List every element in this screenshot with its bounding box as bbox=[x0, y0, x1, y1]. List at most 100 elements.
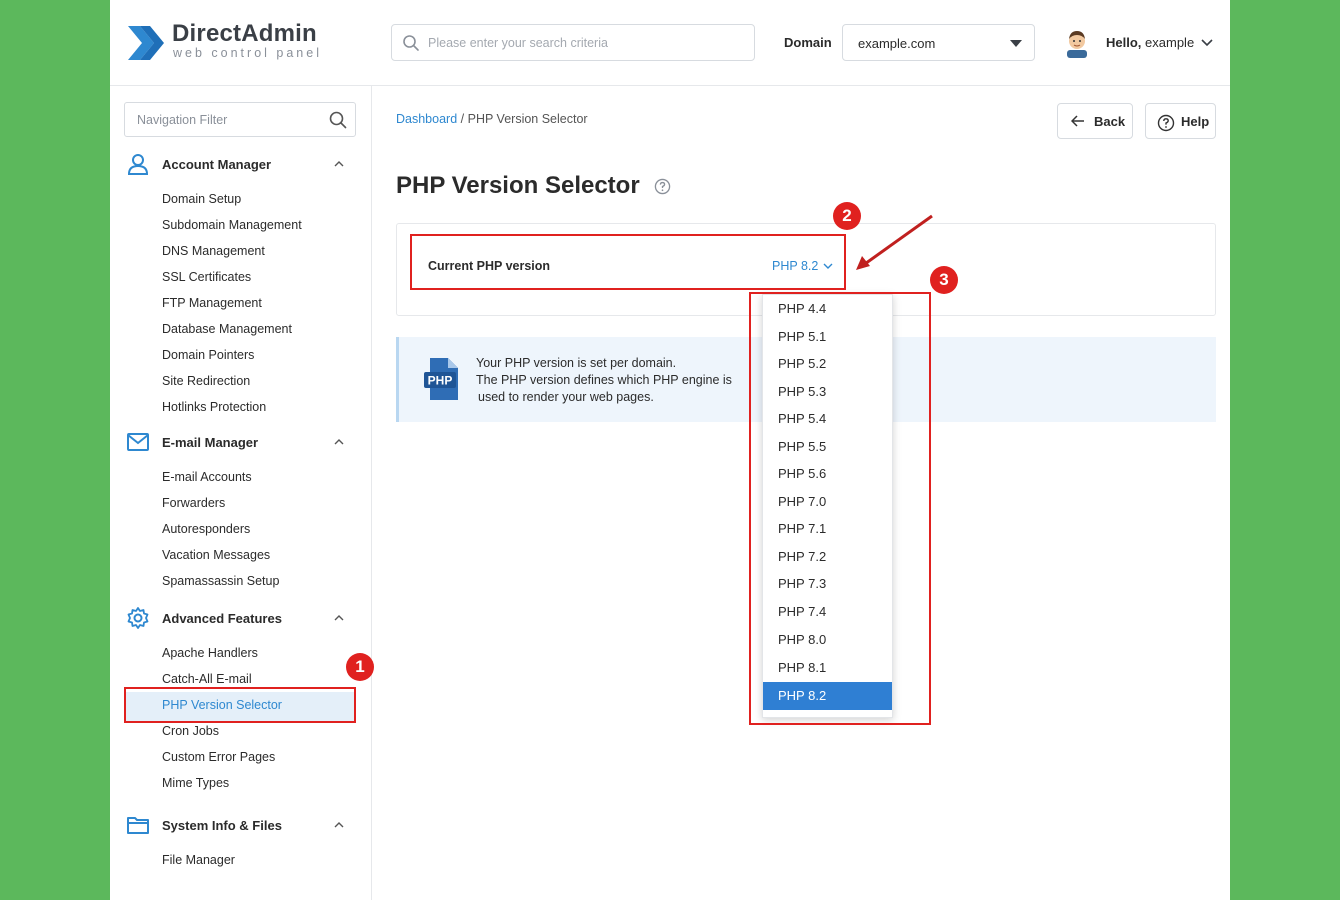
sidebar-item-domain-setup[interactable]: Domain Setup bbox=[162, 192, 241, 206]
username: example bbox=[1145, 35, 1195, 50]
dropdown-option[interactable]: PHP 7.4 bbox=[763, 598, 892, 626]
global-search[interactable] bbox=[391, 24, 755, 61]
option-label: PHP 7.4 bbox=[778, 604, 827, 619]
option-label: PHP 7.2 bbox=[778, 548, 827, 564]
question-circle-icon bbox=[1157, 114, 1175, 132]
dropdown-option[interactable]: PHP 5.4 bbox=[763, 405, 892, 433]
dropdown-option[interactable]: PHP 5.6 bbox=[763, 460, 892, 488]
navigation-filter[interactable] bbox=[124, 102, 356, 137]
top-header: DirectAdmin web control panel Domain exa… bbox=[110, 0, 1230, 86]
sidebar-item-database-management[interactable]: Database Management bbox=[162, 322, 292, 336]
navigation-filter-input[interactable] bbox=[137, 110, 327, 130]
sidebar-item-file-manager[interactable]: File Manager bbox=[162, 853, 235, 867]
option-label: PHP 5.3 bbox=[778, 383, 827, 399]
sidebar-item-forwarders[interactable]: Forwarders bbox=[162, 496, 225, 510]
app-frame: DirectAdmin web control panel Domain exa… bbox=[110, 0, 1230, 900]
section-title: System Info & Files bbox=[162, 818, 282, 833]
breadcrumb-current: PHP Version Selector bbox=[467, 112, 588, 126]
current-php-version-select[interactable]: PHP 8.2 bbox=[772, 259, 818, 273]
info-line: used to render your web pages. bbox=[478, 390, 654, 404]
sidebar-item-email-accounts[interactable]: E-mail Accounts bbox=[162, 470, 252, 484]
sidebar-item-mime-types[interactable]: Mime Types bbox=[162, 776, 229, 790]
section-advanced-features: Advanced Features Apache Handlers Catch-… bbox=[110, 606, 372, 796]
sidebar-item-site-redirection[interactable]: Site Redirection bbox=[162, 374, 250, 388]
dropdown-option[interactable]: PHP 5.1 bbox=[763, 323, 892, 351]
php-badge-text: PHP bbox=[428, 374, 453, 388]
dropdown-option[interactable]: PHP 7.3 bbox=[763, 570, 892, 598]
dropdown-option[interactable]: PHP 5.2 bbox=[763, 350, 892, 378]
option-label: PHP 7.3 bbox=[778, 576, 827, 591]
current-php-version-label: Current PHP version bbox=[428, 259, 551, 273]
option-label: PHP 5.4 bbox=[778, 411, 827, 426]
gear-icon bbox=[127, 607, 149, 629]
php-version-dropdown[interactable]: PHP 4.4 PHP 5.1 PHP 5.2 PHP 5.3 PHP 5.4 … bbox=[762, 294, 893, 718]
section-title: E-mail Manager bbox=[162, 435, 259, 450]
sidebar-item-cron-jobs[interactable]: Cron Jobs bbox=[162, 724, 219, 738]
folder-icon bbox=[127, 817, 149, 834]
directadmin-logo[interactable]: DirectAdmin web control panel bbox=[126, 20, 326, 66]
question-circle-icon[interactable] bbox=[654, 178, 671, 195]
breadcrumb-dashboard-link[interactable]: Dashboard bbox=[396, 112, 457, 126]
option-label: PHP 7.0 bbox=[778, 493, 827, 509]
dropdown-option[interactable]: PHP 5.3 bbox=[763, 378, 892, 406]
logo-mark-icon bbox=[128, 26, 164, 60]
php-file-icon: PHP bbox=[424, 358, 458, 400]
option-label: PHP 8.2 bbox=[778, 688, 827, 703]
search-icon bbox=[329, 111, 347, 129]
section-header-system-info-files[interactable]: System Info & Files bbox=[126, 813, 356, 839]
greeting-text: Hello, bbox=[1106, 35, 1142, 50]
search-input[interactable] bbox=[428, 31, 738, 55]
chevron-down-icon[interactable] bbox=[823, 262, 833, 270]
info-line: Your PHP version is set per domain. bbox=[476, 356, 677, 370]
chevron-down-icon[interactable] bbox=[1200, 36, 1214, 50]
dropdown-option[interactable]: PHP 7.0 bbox=[763, 488, 892, 516]
section-header-advanced-features[interactable]: Advanced Features bbox=[126, 606, 356, 632]
help-button[interactable]: Help bbox=[1145, 103, 1216, 139]
sidebar-item-ftp-management[interactable]: FTP Management bbox=[162, 296, 262, 310]
arrow-left-icon bbox=[1071, 115, 1084, 127]
back-button[interactable]: Back bbox=[1057, 103, 1133, 139]
dropdown-option[interactable]: PHP 5.5 bbox=[763, 433, 892, 461]
dropdown-option[interactable]: PHP 8.1 bbox=[763, 654, 892, 682]
domain-label: Domain bbox=[784, 35, 832, 50]
page-title: PHP Version Selector bbox=[396, 172, 640, 199]
section-system-info-files: System Info & Files File Manager bbox=[110, 813, 372, 873]
domain-select[interactable]: example.com bbox=[842, 24, 1035, 61]
option-label: PHP 8.1 bbox=[778, 660, 827, 675]
help-button-label: Help bbox=[1181, 114, 1210, 129]
dropdown-option[interactable]: PHP 7.1 bbox=[763, 515, 892, 543]
sidebar-item-subdomain-management[interactable]: Subdomain Management bbox=[162, 218, 302, 232]
sidebar-item-vacation-messages[interactable]: Vacation Messages bbox=[162, 548, 270, 562]
logo-name: DirectAdmin bbox=[172, 20, 317, 47]
sidebar-item-apache-handlers[interactable]: Apache Handlers bbox=[162, 646, 258, 660]
section-title: Account Manager bbox=[162, 157, 272, 172]
section-header-account-manager[interactable]: Account Manager bbox=[126, 152, 356, 178]
dropdown-option[interactable]: PHP 4.4 bbox=[763, 295, 892, 323]
info-text: Your PHP version is set per domain. The … bbox=[476, 355, 732, 406]
breadcrumb-separator: / bbox=[460, 112, 465, 126]
sidebar-item-autoresponders[interactable]: Autoresponders bbox=[162, 522, 250, 536]
chevron-up-icon bbox=[334, 615, 344, 621]
dropdown-option[interactable]: PHP 8.0 bbox=[763, 626, 892, 654]
sidebar-item-php-version-selector[interactable]: PHP Version Selector bbox=[162, 698, 282, 712]
section-title: Advanced Features bbox=[162, 611, 282, 626]
sidebar-item-catch-all-email[interactable]: Catch-All E-mail bbox=[162, 672, 252, 686]
option-label: PHP 5.5 bbox=[778, 438, 827, 454]
chevron-up-icon bbox=[334, 822, 344, 828]
annotation-badge-3: 3 bbox=[930, 266, 958, 294]
sidebar-item-custom-error-pages[interactable]: Custom Error Pages bbox=[162, 750, 275, 764]
avatar[interactable] bbox=[1065, 28, 1089, 58]
sidebar-item-dns-management[interactable]: DNS Management bbox=[162, 244, 265, 258]
option-label: PHP 4.4 bbox=[778, 301, 827, 316]
option-label: PHP 7.1 bbox=[778, 521, 827, 536]
sidebar-item-hotlinks-protection[interactable]: Hotlinks Protection bbox=[162, 400, 266, 414]
dropdown-option-selected[interactable]: PHP 8.2 bbox=[763, 682, 892, 710]
user-greeting[interactable]: Hello, example bbox=[1106, 35, 1194, 50]
section-header-email-manager[interactable]: E-mail Manager bbox=[126, 430, 356, 456]
dropdown-option[interactable]: PHP 7.2 bbox=[763, 543, 892, 571]
sidebar-item-ssl-certificates[interactable]: SSL Certificates bbox=[162, 270, 251, 284]
sidebar-item-domain-pointers[interactable]: Domain Pointers bbox=[162, 348, 254, 362]
sidebar-item-spamassassin-setup[interactable]: Spamassassin Setup bbox=[162, 574, 279, 588]
back-button-label: Back bbox=[1094, 114, 1126, 129]
search-icon bbox=[403, 35, 419, 51]
